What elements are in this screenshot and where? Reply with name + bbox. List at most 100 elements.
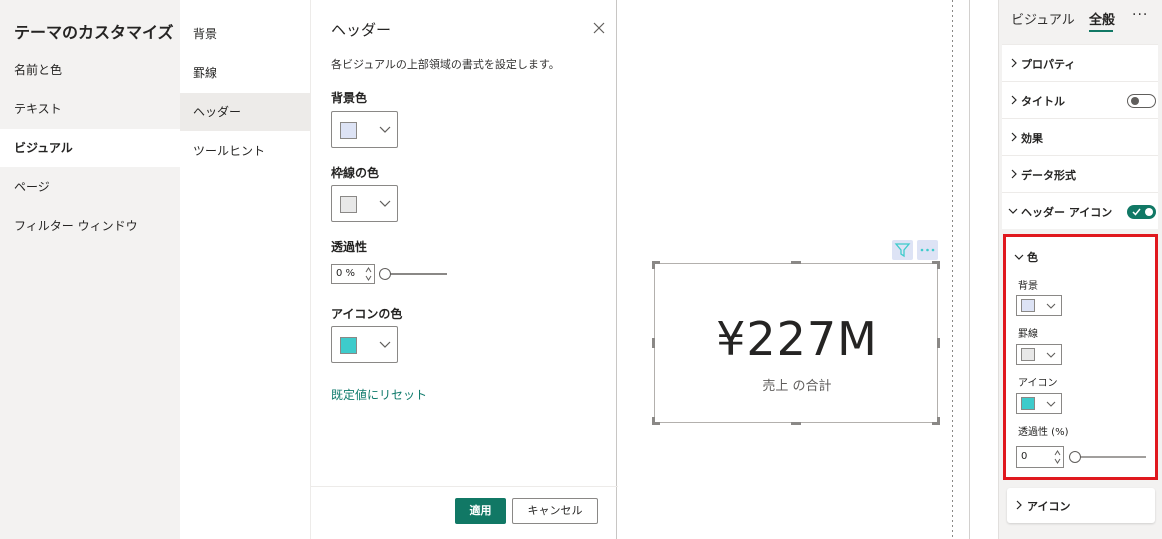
transparency-slider-handle[interactable]: [379, 268, 391, 280]
border-color-swatch: [340, 196, 357, 213]
category-nav: テーマのカスタマイズ 名前と色 テキスト ビジュアル ページ フィルター ウィン…: [0, 0, 180, 539]
border-color-label: 枠線の色: [331, 166, 380, 180]
panel-description: 各ビジュアルの上部領域の書式を設定します。: [331, 58, 560, 71]
title-toggle[interactable]: [1127, 94, 1156, 108]
icon-color-picker[interactable]: [1016, 393, 1062, 414]
visual-header-more[interactable]: [917, 240, 938, 260]
color-group-header[interactable]: 色: [1014, 249, 1134, 265]
tab-visual[interactable]: ビジュアル: [1011, 9, 1075, 28]
toggle-knob: [1145, 208, 1153, 216]
chevron-right-icon: [1011, 132, 1017, 142]
transparency-slider-track[interactable]: [1072, 456, 1146, 458]
visual-header-filter[interactable]: [892, 240, 913, 260]
subnav-item-tooltip[interactable]: ツールヒント: [180, 132, 310, 170]
spin-arrows-icon[interactable]: [365, 266, 372, 282]
chevron-down-icon: [1046, 401, 1056, 407]
border-color-swatch: [1021, 348, 1035, 361]
resize-handle-tr-v[interactable]: [937, 261, 940, 269]
section-effects[interactable]: 効果: [1002, 118, 1158, 155]
header-icons-toggle[interactable]: [1127, 205, 1156, 219]
border-color-picker[interactable]: [331, 185, 398, 222]
background-color-swatch: [1021, 299, 1035, 312]
checkmark-icon: [1132, 208, 1141, 216]
icon-color-swatch: [1021, 397, 1035, 410]
resize-handle-right[interactable]: [937, 338, 940, 348]
card-label: 売上 の合計: [762, 379, 832, 394]
resize-handle-top[interactable]: [791, 261, 801, 264]
nav-item-name-and-colors[interactable]: 名前と色: [0, 51, 180, 89]
transparency-input[interactable]: 0: [1016, 446, 1064, 468]
icon-color-swatch: [340, 337, 357, 354]
icon-color-picker[interactable]: [331, 326, 398, 363]
section-label: データ形式: [1021, 169, 1076, 182]
pane-divider: [969, 0, 970, 539]
section-title[interactable]: タイトル: [1002, 81, 1158, 118]
chevron-right-icon: [1011, 169, 1017, 179]
dialog-title: テーマのカスタマイズ: [14, 23, 174, 42]
chevron-down-icon: [379, 200, 391, 207]
transparency-label: 透過性 (%): [1018, 427, 1069, 438]
resize-handle-left[interactable]: [652, 338, 655, 348]
nav-item-text[interactable]: テキスト: [0, 90, 180, 128]
section-label: ヘッダー アイコン: [1021, 206, 1113, 219]
border-color-picker[interactable]: [1016, 344, 1062, 365]
bg-color-swatch: [340, 122, 357, 139]
resize-handle-br-v[interactable]: [937, 417, 940, 425]
subnav-item-background[interactable]: 背景: [180, 15, 310, 53]
section-properties[interactable]: プロパティ: [1002, 44, 1158, 81]
filter-icon: [894, 243, 911, 258]
header-settings-panel: ヘッダー 各ビジュアルの上部領域の書式を設定します。 背景色 枠線の色 透過性 …: [310, 0, 618, 539]
section-label: 効果: [1021, 132, 1043, 145]
nav-item-page[interactable]: ページ: [0, 168, 180, 206]
card-value: ¥227M: [716, 312, 878, 366]
transparency-input[interactable]: 0 %: [331, 264, 375, 284]
bg-color-label: 背景色: [331, 91, 368, 105]
subnav-item-border[interactable]: 罫線: [180, 54, 310, 92]
theme-customize-dialog: テーマのカスタマイズ 名前と色 テキスト ビジュアル ページ フィルター ウィン…: [0, 0, 618, 539]
tab-general[interactable]: 全般: [1089, 9, 1115, 28]
chevron-down-icon: [1046, 303, 1056, 309]
bg-color-picker[interactable]: [331, 111, 398, 148]
close-button[interactable]: [591, 20, 607, 36]
reset-to-default-link[interactable]: 既定値にリセット: [331, 386, 427, 403]
chevron-right-icon: [1011, 95, 1017, 105]
resize-handle-bl-v[interactable]: [652, 417, 655, 425]
nav-item-visuals[interactable]: ビジュアル: [0, 129, 180, 167]
section-label: タイトル: [1021, 95, 1065, 108]
dialog-footer: 適用 キャンセル: [311, 486, 618, 539]
color-group-highlight: 色 背景 罫線 アイコン 透過性 (%) 0: [1003, 234, 1158, 480]
resize-handle-tl-v[interactable]: [652, 261, 655, 269]
transparency-value: 0 %: [336, 268, 356, 279]
more-options-icon: [920, 248, 935, 252]
section-label: プロパティ: [1021, 58, 1076, 71]
spin-arrows-icon[interactable]: [1054, 448, 1061, 466]
section-header-icons[interactable]: ヘッダー アイコン: [1002, 192, 1158, 229]
subcategory-nav: 背景 罫線 ヘッダー ツールヒント: [180, 0, 310, 539]
chevron-right-icon: [1011, 58, 1017, 68]
apply-button[interactable]: 適用: [455, 498, 506, 524]
panel-title: ヘッダー: [331, 21, 392, 39]
subnav-item-header[interactable]: ヘッダー: [180, 93, 310, 131]
chevron-down-icon: [379, 126, 391, 133]
toggle-knob: [1131, 97, 1139, 105]
transparency-slider-handle[interactable]: [1069, 451, 1081, 463]
color-group-title: 色: [1027, 251, 1038, 264]
background-color-picker[interactable]: [1016, 295, 1062, 316]
transparency-value: 0: [1021, 451, 1028, 462]
page-boundary-divider: [952, 0, 953, 539]
card-visual[interactable]: ¥227M 売上 の合計: [654, 263, 938, 423]
section-icon[interactable]: アイコン: [1007, 488, 1155, 523]
section-data-format[interactable]: データ形式: [1002, 155, 1158, 192]
chevron-right-icon: [1016, 500, 1022, 510]
nav-item-filter-pane[interactable]: フィルター ウィンドウ: [0, 207, 180, 245]
resize-handle-bottom[interactable]: [791, 422, 801, 425]
active-tab-indicator: [1089, 30, 1113, 32]
chevron-down-icon: [1014, 254, 1024, 260]
chevron-down-icon: [379, 341, 391, 348]
more-options-button[interactable]: ···: [1132, 7, 1148, 23]
close-icon: [593, 22, 605, 34]
cancel-button[interactable]: キャンセル: [512, 498, 598, 524]
icon-color-label: アイコンの色: [331, 307, 403, 321]
background-label: 背景: [1018, 281, 1038, 292]
transparency-label: 透過性: [331, 240, 368, 254]
